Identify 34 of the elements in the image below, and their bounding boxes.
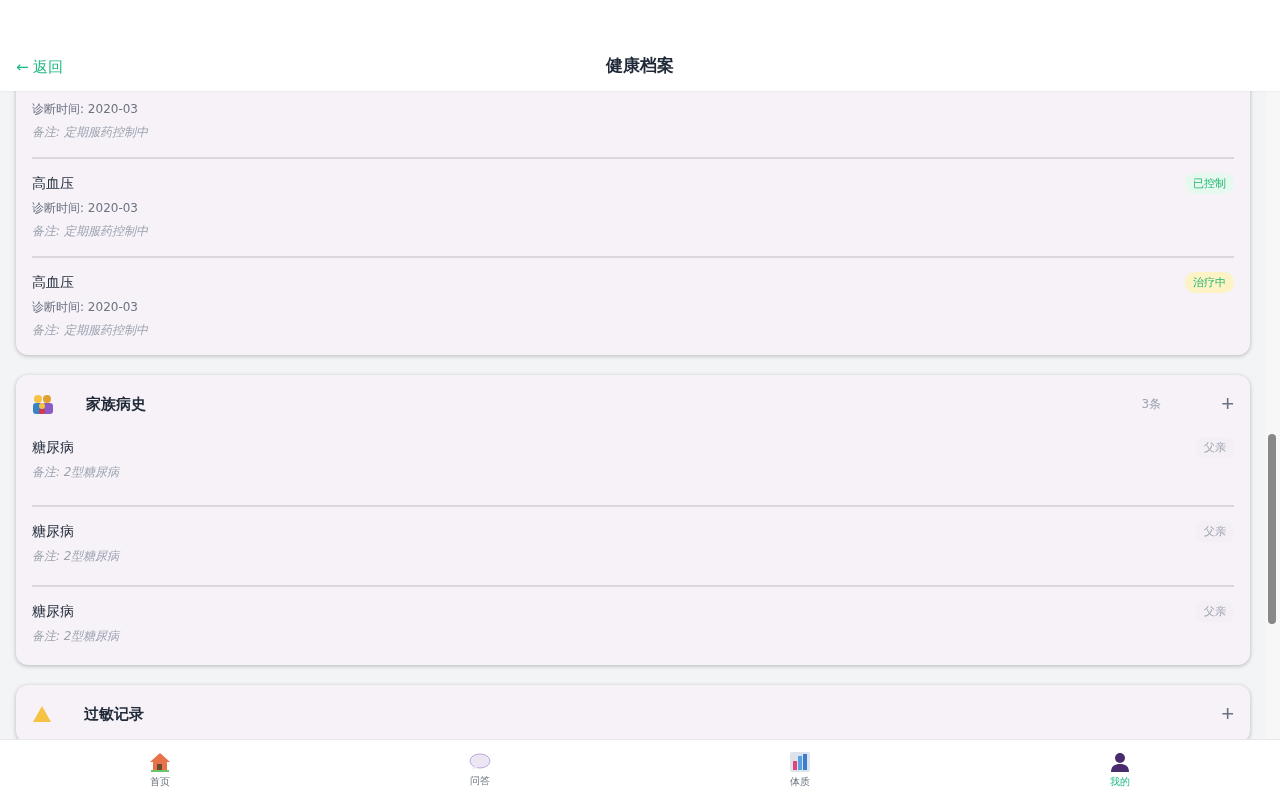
page-title: 健康档案 [606,54,674,77]
nav-tab[interactable]: 我的 [960,740,1280,800]
speech-bubble-icon [469,752,491,771]
person-icon [1110,751,1130,772]
nav-tab[interactable]: 首页 [0,740,320,800]
family-icon [32,394,54,414]
record-note: 备注: 定期服药控制中 [32,223,149,240]
house-icon [149,751,171,772]
add-button[interactable]: + [1221,703,1234,725]
back-link[interactable]: ← 返回 [16,58,64,77]
condition-name: 高血压 [32,174,74,193]
condition-name: 糖尿病 [32,522,74,541]
condition-name: 糖尿病 [32,438,74,457]
status-tag: 治疗中 [1185,272,1234,293]
record-note: 备注: 2型糖尿病 [32,628,121,645]
record-note: 备注: 定期服药控制中 [32,322,149,339]
condition-name: 高血压 [32,273,74,292]
record-note: 备注: 定期服药控制中 [32,124,149,141]
bar-chart-icon [790,751,810,772]
record-note: 备注: 2型糖尿病 [32,548,121,565]
add-button[interactable]: + [1221,393,1234,415]
warning-icon [32,705,52,723]
nav-tab[interactable]: 体质 [640,740,960,800]
diagnosis-date: 诊断时间: 2020-03 [32,299,139,316]
section-title: 家族病史 [86,394,147,414]
section-title: 过敏记录 [84,704,145,724]
diagnosis-date: 诊断时间: 2020-03 [32,200,139,217]
status-tag: 已控制 [1185,173,1234,194]
nav-tab[interactable]: 问答 [320,740,640,800]
scrollbar[interactable] [1266,91,1280,739]
diagnosis-date: 诊断时间: 2020-03 [32,101,139,118]
record-note: 备注: 2型糖尿病 [32,464,121,481]
record-count: 3条 [1141,395,1162,413]
condition-name: 糖尿病 [32,602,74,621]
